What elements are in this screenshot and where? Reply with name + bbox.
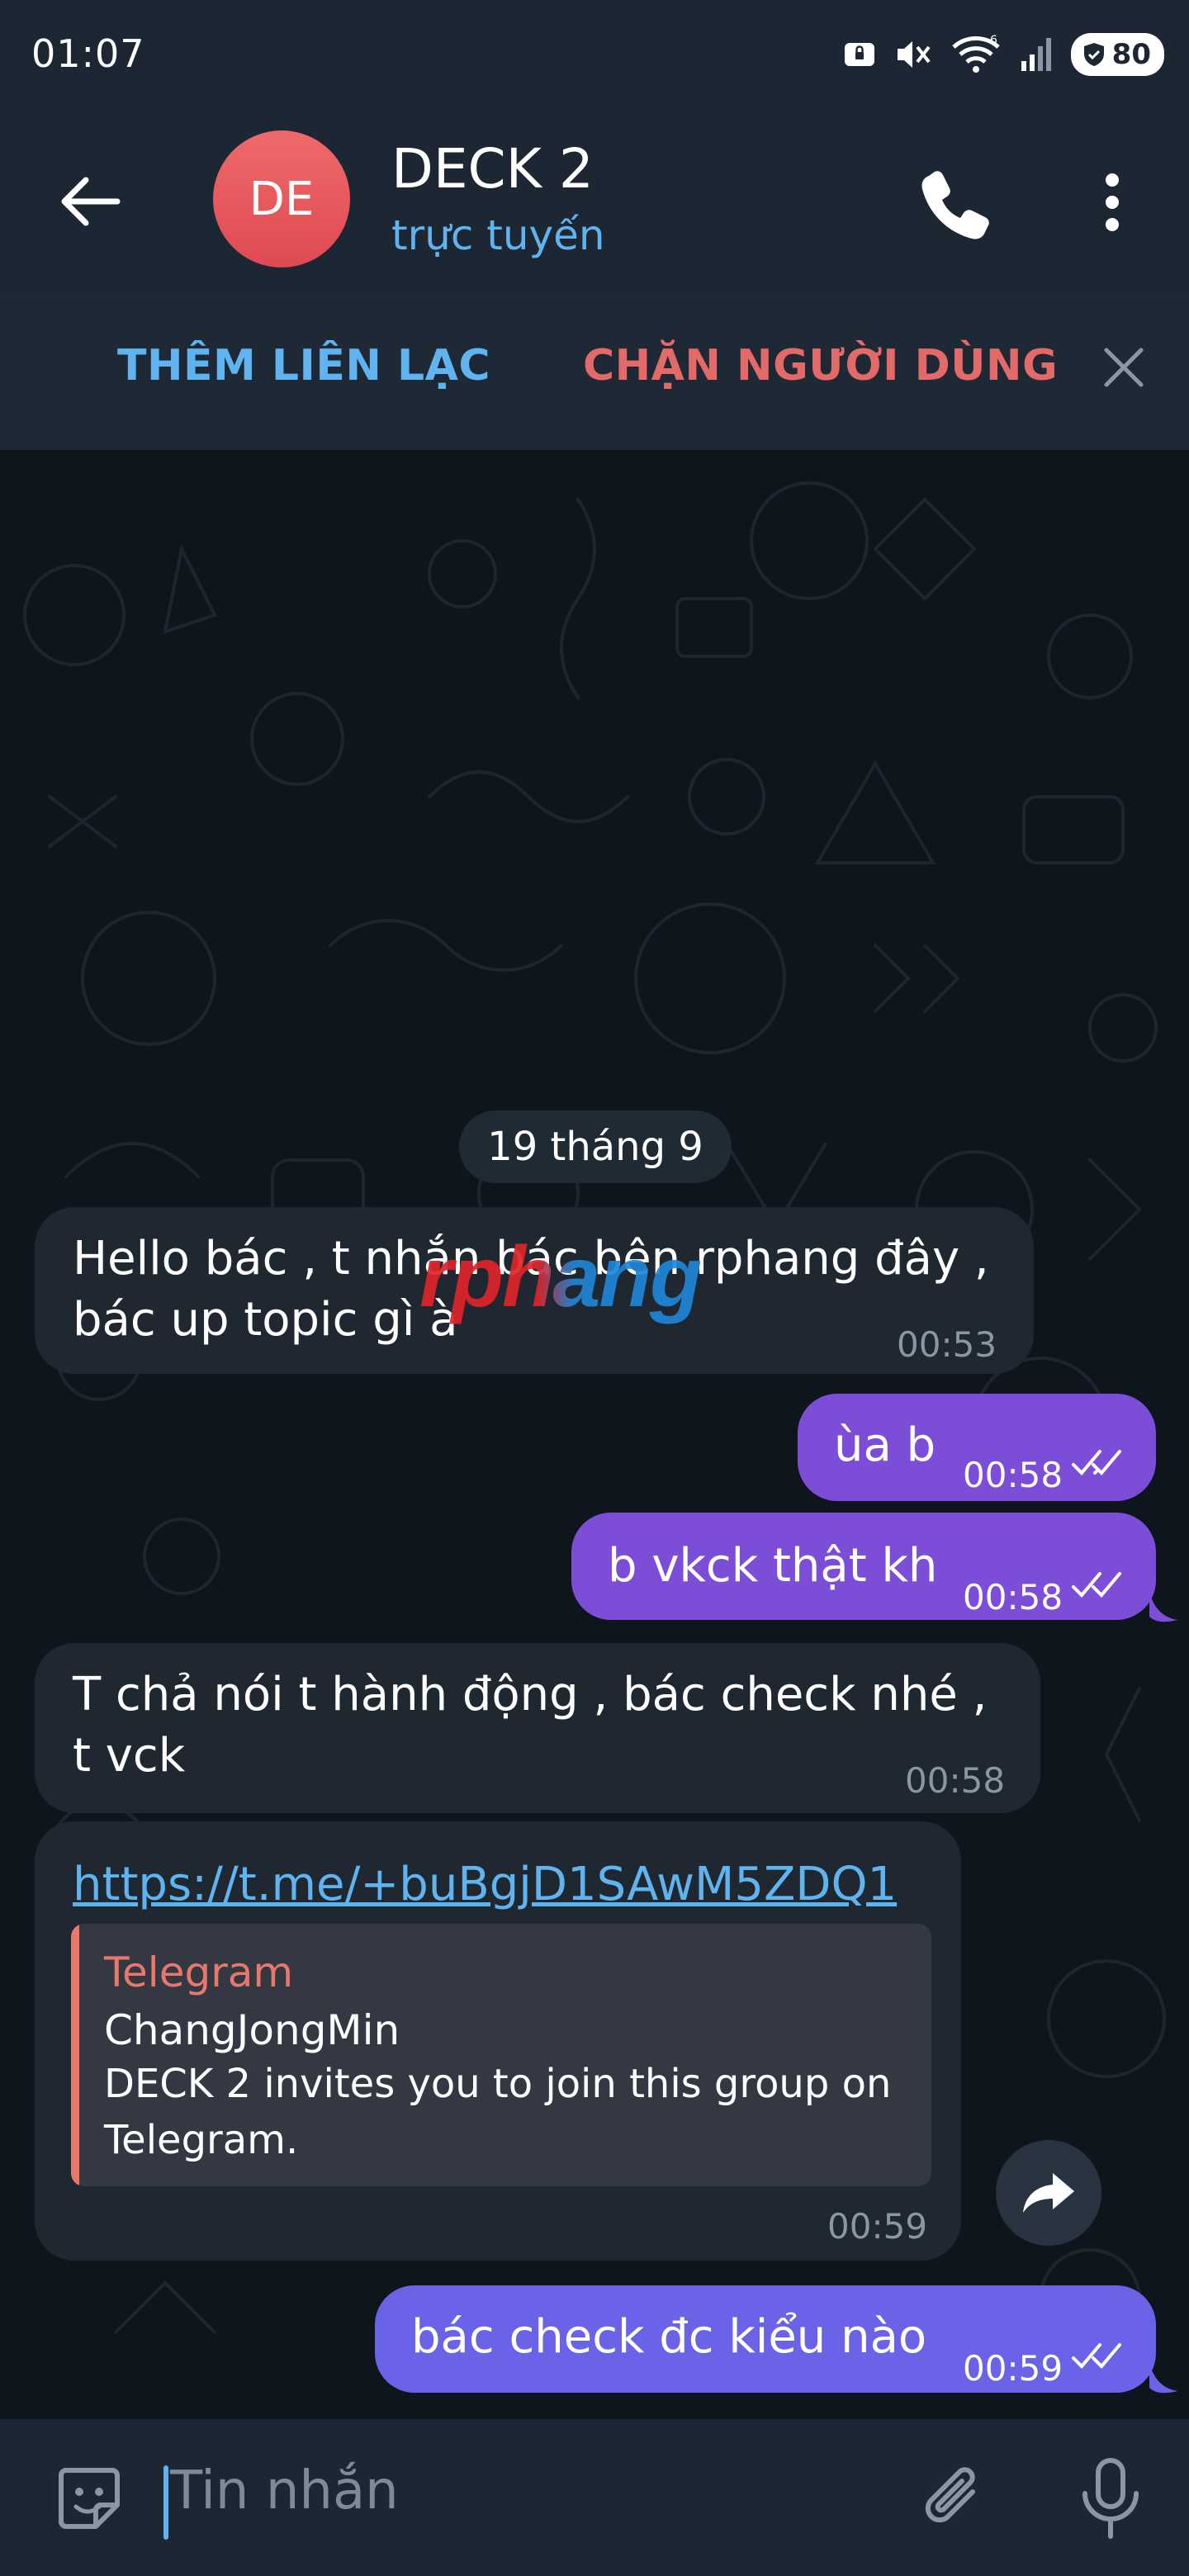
add-contact-button[interactable]: THÊM LIÊN LẠC <box>117 341 490 391</box>
link-preview[interactable]: Telegram ChangJongMin DECK 2 invites you… <box>71 1924 931 2186</box>
message-time: 00:53 <box>897 1324 997 1365</box>
message-time: 00:59 <box>963 2348 1063 2389</box>
message-bubble-link[interactable]: https://t.me/+buBgjD1SAwM5ZDQ1 Telegram … <box>35 1821 961 2261</box>
message-input[interactable]: Tin nhắn <box>170 2460 399 2522</box>
read-receipt-icon <box>1072 1450 1121 1475</box>
bubble-tail <box>1149 1592 1177 1622</box>
contact-action-bar: THÊM LIÊN LẠC CHẶN NGƯỜI DÙNG <box>0 293 1189 450</box>
message-input-bar: Tin nhắn <box>0 2419 1189 2576</box>
sticker-emoji-icon[interactable] <box>50 2459 129 2538</box>
message-bubble-outgoing[interactable]: b vkck thật kh 00:58 <box>571 1513 1156 1620</box>
forward-icon <box>1023 2173 1074 2213</box>
read-receipt-icon <box>1072 1572 1121 1598</box>
lock-notification-icon <box>844 43 874 66</box>
more-options-icon[interactable] <box>1092 165 1133 239</box>
microphone-icon[interactable] <box>1073 2455 1148 2541</box>
status-bar: 01:07 6 80 <box>0 0 1189 116</box>
message-text: T chả nói t hành động , bác check nhé , … <box>73 1668 988 1783</box>
phone-call-icon[interactable] <box>917 165 991 239</box>
block-user-button[interactable]: CHẶN NGƯỜI DÙNG <box>583 341 1058 391</box>
signal-icon <box>1021 38 1051 71</box>
chat-title[interactable]: DECK 2 <box>391 137 594 201</box>
watermark-logo: rphang <box>419 1229 702 1325</box>
message-text: bác check đc kiểu nào <box>411 2310 927 2364</box>
preview-accent-bar <box>71 1924 79 2186</box>
message-text: ùa b <box>834 1418 936 1472</box>
status-time: 01:07 <box>31 31 145 76</box>
battery-level: 80 <box>1111 38 1151 71</box>
message-time: 00:58 <box>963 1577 1063 1617</box>
message-bubble-incoming[interactable]: T chả nói t hành động , bác check nhé , … <box>35 1643 1040 1813</box>
message-time: 00:58 <box>905 1760 1006 1801</box>
message-text: b vkck thật kh <box>608 1539 938 1593</box>
message-time: 00:59 <box>827 2206 928 2247</box>
wifi-icon: 6 <box>951 34 1000 73</box>
date-chip: 19 tháng 9 <box>459 1110 732 1183</box>
text-cursor <box>163 2465 168 2540</box>
chat-header: DE DECK 2 trực tuyến <box>0 116 1189 293</box>
message-bubble-outgoing[interactable]: ùa b 00:58 <box>798 1394 1156 1501</box>
battery-indicator: 80 <box>1070 33 1164 76</box>
close-icon[interactable] <box>1101 345 1146 390</box>
attach-paperclip-icon[interactable] <box>915 2459 994 2538</box>
back-arrow-icon[interactable] <box>58 168 124 234</box>
mute-icon <box>897 41 931 68</box>
avatar[interactable]: DE <box>213 130 350 268</box>
invite-link[interactable]: https://t.me/+buBgjD1SAwM5ZDQ1 <box>73 1854 897 1915</box>
preview-description: DECK 2 invites you to join this group on… <box>104 2061 892 2163</box>
battery-saver-icon <box>1083 43 1104 66</box>
network-label: 6 <box>990 34 997 47</box>
message-time: 00:58 <box>963 1455 1063 1495</box>
read-receipt-icon <box>1072 2343 1121 2369</box>
chat-status: trực tuyến <box>391 211 605 259</box>
status-icons: 6 80 <box>843 30 1164 79</box>
preview-site-name: Telegram <box>104 1949 294 1996</box>
preview-title: ChangJongMin <box>104 2006 400 2054</box>
message-bubble-outgoing[interactable]: bác check đc kiểu nào 00:59 <box>375 2285 1156 2393</box>
top-bar: 01:07 6 80 DE DECK 2 trực tuyến <box>0 0 1189 293</box>
share-button[interactable] <box>996 2140 1101 2246</box>
bubble-tail <box>1149 2363 1177 2394</box>
